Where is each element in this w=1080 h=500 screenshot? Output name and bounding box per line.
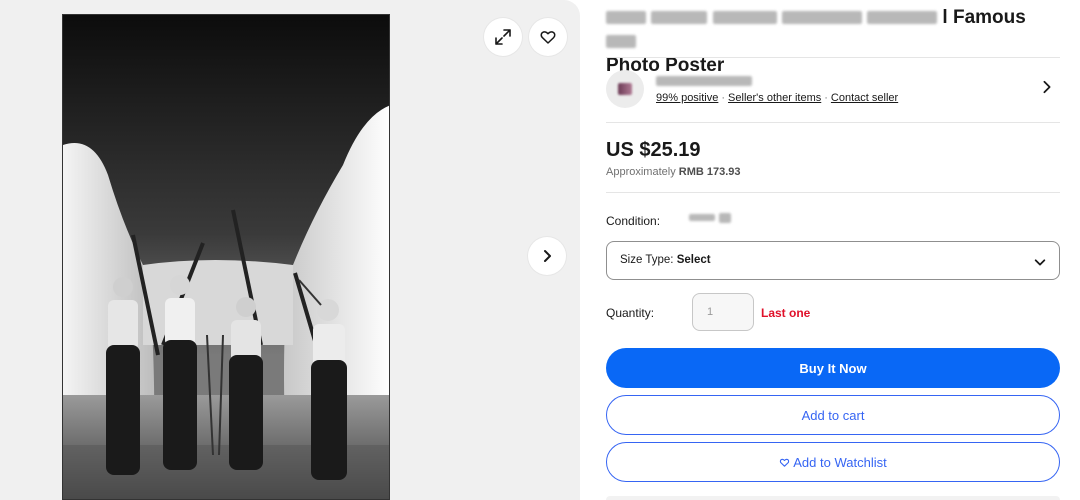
redacted-avatar (618, 83, 632, 95)
next-image-button[interactable] (528, 237, 566, 275)
add-to-cart-button[interactable]: Add to cart (606, 395, 1060, 435)
approx-price: Approximately RMB 173.93 (606, 166, 741, 178)
divider (606, 122, 1060, 123)
size-type-value: Select (676, 254, 711, 266)
expand-image-button[interactable] (484, 18, 522, 56)
size-type-label: Size Type: (620, 254, 674, 266)
divider (606, 57, 1060, 58)
heart-icon (779, 457, 790, 468)
redacted-text (719, 212, 732, 223)
chevron-down-icon (1033, 255, 1047, 274)
seller-name[interactable] (656, 72, 752, 90)
separator: · (721, 92, 726, 104)
redacted-text (712, 11, 777, 25)
seller-chevron-icon[interactable] (1040, 80, 1054, 99)
redacted-text (689, 214, 715, 222)
listing-title-visible: l Famous (942, 7, 1026, 28)
listing-title: l Famous Photo Poster (606, 6, 1060, 78)
redacted-text (867, 11, 938, 25)
size-type-select[interactable]: Size Type: Select (606, 241, 1060, 280)
chevron-right-icon (544, 250, 551, 262)
price: US $25.19 (606, 139, 701, 161)
separator: · (824, 92, 828, 104)
divider (606, 192, 1060, 193)
quantity-input[interactable] (692, 293, 754, 331)
approx-prefix: Approximately (606, 166, 676, 178)
size-type-text: Size Type: Select (620, 254, 711, 266)
add-to-watchlist-label: Add to Watchlist (793, 454, 887, 470)
seller-links: 99% positive · Seller's other items · Contac… (656, 92, 898, 104)
redacted-text (606, 35, 636, 49)
condition-value (689, 209, 732, 227)
buy-it-now-button[interactable]: Buy It Now (606, 348, 1060, 388)
redacted-text (656, 75, 752, 86)
redacted-text (606, 11, 646, 25)
quantity-label: Quantity: (606, 306, 655, 320)
add-to-cart-label: Add to cart (801, 407, 865, 423)
favorite-button[interactable] (529, 18, 567, 56)
listing-panel: l Famous Photo Poster 99% positive · Selle… (606, 0, 1060, 500)
expand-arrows-icon (495, 29, 511, 45)
approx-value: RMB 173.93 (678, 166, 741, 178)
product-photo[interactable] (62, 14, 390, 500)
next-section-edge (606, 496, 1060, 500)
image-gallery (0, 0, 580, 500)
redacted-text (781, 11, 862, 25)
stock-note: Last one (761, 306, 811, 320)
seller-feedback-link[interactable]: 99% positive (656, 92, 718, 104)
seller-card[interactable]: 99% positive · Seller's other items · Contac… (606, 70, 1060, 112)
contact-seller-link[interactable]: Contact seller (831, 92, 898, 104)
heart-outline-icon (540, 31, 556, 44)
condition-label: Condition: (606, 214, 661, 228)
seller-other-items-link[interactable]: Seller's other items (728, 92, 821, 104)
buy-it-now-label: Buy It Now (799, 360, 867, 376)
redacted-text (651, 11, 708, 25)
seller-avatar[interactable] (606, 70, 644, 108)
add-to-watchlist-button[interactable]: Add to Watchlist (606, 442, 1060, 482)
